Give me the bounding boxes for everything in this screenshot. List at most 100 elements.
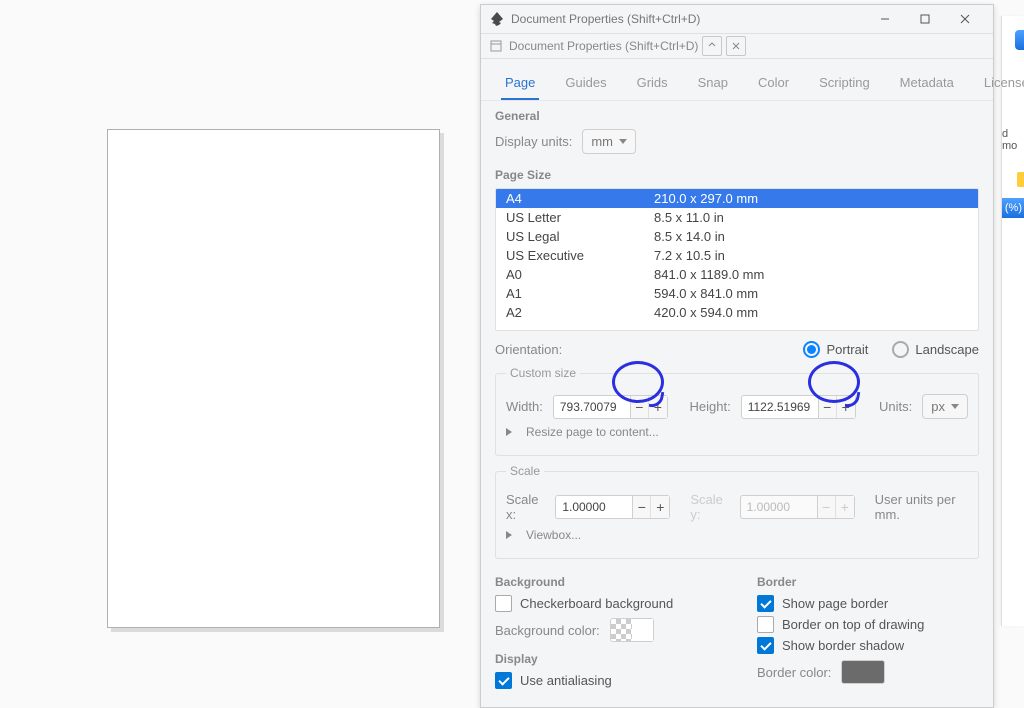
antialiasing-checkbox[interactable]: Use antialiasing (495, 672, 717, 689)
scale-x-label: Scale x: (506, 492, 545, 522)
side-chip-y: y (%) (1001, 198, 1024, 218)
scale-y-decrement: − (818, 496, 836, 518)
panel-detach-button[interactable] (702, 36, 722, 56)
scale-y-input (740, 495, 817, 519)
scale-y-spinner: −+ (740, 495, 855, 519)
border-on-top-label: Border on top of drawing (782, 617, 924, 632)
chevron-down-icon (619, 139, 627, 144)
scale-x-increment[interactable]: + (651, 496, 669, 518)
scale-x-input[interactable] (555, 495, 632, 519)
maximize-button[interactable] (905, 5, 945, 33)
panel-title: Document Properties (Shift+Ctrl+D) (509, 39, 698, 53)
scale-suffix: User units per mm. (875, 492, 968, 522)
tab-license[interactable]: License (980, 69, 1024, 100)
display-units-select[interactable]: mm (582, 129, 636, 154)
page-size-list[interactable]: A4210.0 x 297.0 mm US Letter8.5 x 11.0 i… (495, 188, 979, 331)
canvas-page (107, 129, 440, 628)
scale-y-label: Scale y: (690, 492, 729, 522)
border-color-swatch[interactable] (841, 660, 885, 684)
bg-color-label: Background color: (495, 623, 600, 638)
background-header: Background (495, 575, 717, 589)
border-color-label: Border color: (757, 665, 831, 680)
right-panel-fragment: d mo y (%) (1001, 16, 1024, 626)
height-input[interactable] (741, 395, 818, 419)
tab-snap[interactable]: Snap (694, 69, 732, 100)
antialiasing-label: Use antialiasing (520, 673, 612, 688)
show-border-shadow-label: Show border shadow (782, 638, 904, 653)
width-input[interactable] (553, 395, 630, 419)
height-increment[interactable]: + (837, 396, 855, 418)
tab-metadata[interactable]: Metadata (896, 69, 958, 100)
custom-size-group: Custom size Width: −+ Height: −+ Units: … (495, 366, 979, 456)
orientation-portrait-radio[interactable]: Portrait (803, 341, 868, 358)
height-spinner[interactable]: −+ (741, 395, 856, 419)
radio-icon (892, 341, 909, 358)
resize-to-content[interactable]: Resize page to content... (526, 425, 659, 439)
checkerboard-checkbox[interactable]: Checkerboard background (495, 595, 717, 612)
document-properties-dialog: Document Properties (Shift+Ctrl+D) Docum… (480, 4, 994, 708)
display-header: Display (495, 652, 717, 666)
custom-units-select[interactable]: px (922, 394, 968, 419)
tab-color[interactable]: Color (754, 69, 793, 100)
orientation-landscape-radio[interactable]: Landscape (892, 341, 979, 358)
height-decrement[interactable]: − (819, 396, 837, 418)
side-text-more: d mo (1002, 128, 1024, 152)
orientation-landscape-label: Landscape (915, 342, 979, 357)
page-size-row[interactable]: A0841.0 x 1189.0 mm (496, 265, 978, 284)
window-titlebar[interactable]: Document Properties (Shift+Ctrl+D) (481, 5, 993, 34)
width-spinner[interactable]: −+ (553, 395, 668, 419)
orientation-label: Orientation: (495, 342, 562, 357)
side-chip (1015, 30, 1024, 50)
close-button[interactable] (945, 5, 985, 33)
tab-page[interactable]: Page (501, 69, 539, 100)
page-size-row[interactable]: US Executive7.2 x 10.5 in (496, 246, 978, 265)
page-size-row[interactable]: A1594.0 x 841.0 mm (496, 284, 978, 303)
show-border-shadow-checkbox[interactable]: Show border shadow (757, 637, 979, 654)
scale-x-spinner[interactable]: −+ (555, 495, 670, 519)
panel-titlebar[interactable]: Document Properties (Shift+Ctrl+D) (481, 34, 993, 59)
custom-size-legend: Custom size (506, 366, 580, 380)
panel-close-button[interactable] (726, 36, 746, 56)
border-header: Border (757, 575, 979, 589)
page-size-header: Page Size (495, 168, 979, 182)
show-page-border-checkbox[interactable]: Show page border (757, 595, 979, 612)
viewbox-link[interactable]: Viewbox... (526, 528, 581, 542)
show-page-border-label: Show page border (782, 596, 888, 611)
display-units-label: Display units: (495, 134, 572, 149)
checkbox-icon (757, 595, 774, 612)
tab-guides[interactable]: Guides (561, 69, 610, 100)
scale-legend: Scale (506, 464, 544, 478)
radio-icon (803, 341, 820, 358)
checkerboard-label: Checkerboard background (520, 596, 673, 611)
width-increment[interactable]: + (649, 396, 667, 418)
page-size-row[interactable]: A2420.0 x 594.0 mm (496, 303, 978, 322)
checkbox-icon (757, 616, 774, 633)
expander-icon (506, 531, 512, 539)
display-units-value: mm (591, 134, 613, 149)
window-title: Document Properties (Shift+Ctrl+D) (511, 12, 700, 26)
general-header: General (495, 109, 979, 123)
width-label: Width: (506, 399, 543, 414)
bg-color-swatch[interactable] (610, 618, 654, 642)
scale-y-increment: + (836, 496, 854, 518)
scale-group: Scale Scale x: −+ Scale y: −+ User units… (495, 464, 979, 559)
width-decrement[interactable]: − (631, 396, 649, 418)
custom-units-label: Units: (879, 399, 912, 414)
minimize-button[interactable] (865, 5, 905, 33)
checkbox-icon (495, 672, 512, 689)
scale-x-decrement[interactable]: − (633, 496, 651, 518)
page-size-row-partial[interactable] (496, 322, 978, 330)
page-size-row[interactable]: US Letter8.5 x 11.0 in (496, 208, 978, 227)
tab-bar: Page Guides Grids Snap Color Scripting M… (481, 59, 993, 101)
tab-scripting[interactable]: Scripting (815, 69, 874, 100)
chevron-down-icon (951, 404, 959, 409)
inkscape-icon (489, 11, 505, 27)
orientation-portrait-label: Portrait (826, 342, 868, 357)
border-on-top-checkbox[interactable]: Border on top of drawing (757, 616, 979, 633)
page-size-row[interactable]: A4210.0 x 297.0 mm (496, 189, 978, 208)
custom-units-value: px (931, 399, 945, 414)
tab-grids[interactable]: Grids (633, 69, 672, 100)
height-label: Height: (690, 399, 731, 414)
page-size-row[interactable]: US Legal8.5 x 14.0 in (496, 227, 978, 246)
expander-icon (506, 428, 512, 436)
